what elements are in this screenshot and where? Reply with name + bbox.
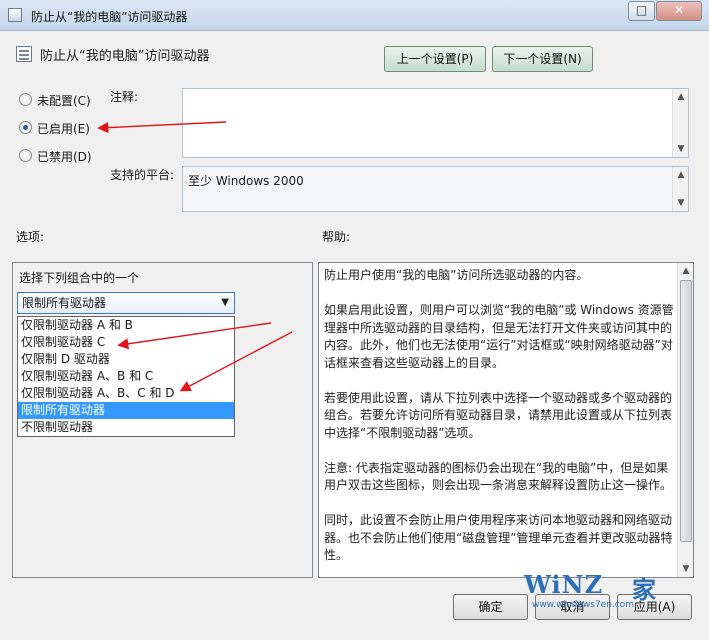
watermark-logo: WiNZ 家 www.windows7en.com [524, 570, 664, 612]
arrow-to-drive-c [117, 322, 272, 350]
arrow-to-drive-abcd [179, 331, 293, 392]
annotation-arrows [97, 121, 293, 392]
arrow-to-enabled [97, 121, 227, 134]
watermark-char: 家 [632, 576, 656, 604]
watermark-url: www.windows7en.com [532, 600, 635, 610]
watermark-brand: WiNZ [524, 570, 604, 599]
